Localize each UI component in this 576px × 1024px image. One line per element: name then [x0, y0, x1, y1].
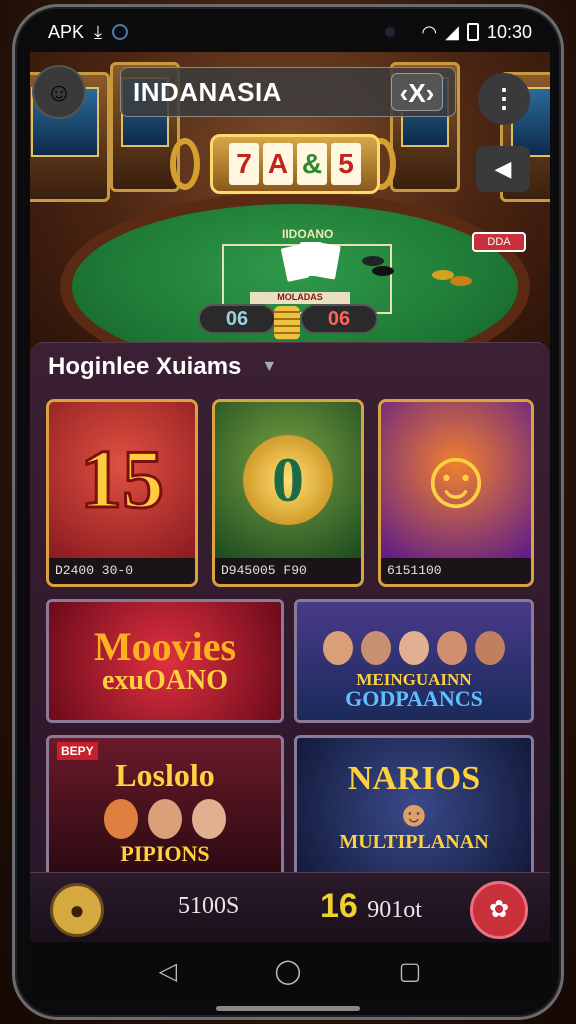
coins-label: 901ot	[367, 897, 422, 923]
game-tile-art: 0	[215, 402, 361, 558]
game-tile-caption: 6151100	[381, 558, 531, 584]
reel: 5	[331, 143, 361, 185]
avatar-button[interactable]: ☺	[32, 65, 86, 119]
user-icon: ●	[69, 895, 85, 925]
banner-art: Moovies exuOANO	[49, 602, 281, 720]
chevron-down-icon: ▼	[261, 358, 278, 375]
banner-title: Loslolo	[115, 757, 215, 793]
top-controls: ☺ INDANASIA ‹X› ⋮	[30, 57, 550, 125]
game-tile-logo: 15	[79, 433, 166, 526]
signal-icon: ◢	[445, 21, 459, 42]
counter-right: 06	[300, 304, 378, 334]
table-sign: DDA	[472, 232, 526, 252]
chip-stack	[372, 266, 394, 276]
game-tile-caption: D2400 30-0	[49, 558, 195, 584]
home-icon[interactable]: ◯	[274, 957, 301, 986]
slot-reels: 7 A & 5	[210, 134, 380, 194]
download-icon: ⤓	[94, 21, 102, 42]
app-screen: APK ⤓ ◠ ◢ 10:30 IIDOANO MOLADAS DDA 7 A …	[30, 12, 550, 942]
reel: 7	[229, 143, 259, 185]
coin-stack	[274, 306, 300, 340]
banner-art: MEINGUAINN GODPAANCS	[297, 602, 531, 720]
clock: 10:30	[486, 21, 532, 42]
recents-icon[interactable]: ▢	[399, 957, 422, 986]
profile-button[interactable]: ●	[50, 883, 104, 937]
mascot-icon: ☺	[45, 76, 73, 107]
panel-title: Hoginlee Xuiams	[48, 353, 242, 380]
banner-title: NARIOS	[347, 760, 481, 797]
camera-dot-icon	[385, 27, 396, 37]
title-bar: INDANASIA ‹X›	[120, 67, 456, 117]
announce-button[interactable]: ◀	[476, 146, 530, 192]
mascot-icon: ☻	[395, 793, 433, 834]
panel-header[interactable]: Hoginlee Xuiams ▼	[48, 353, 277, 381]
table-strip: MOLADAS	[250, 292, 350, 304]
banner-art: NARIOS ☻ MULTIPLANAN	[297, 738, 531, 876]
balance-label: 5100S	[178, 893, 240, 919]
status-bar: APK ⤓ ◠ ◢ 10:30	[30, 12, 550, 52]
game-tile[interactable]: 0 D945005 F90	[212, 399, 364, 587]
banner-tile[interactable]: Moovies exuOANO	[46, 599, 284, 723]
chip-stack	[450, 276, 472, 286]
playing-cards	[280, 242, 354, 282]
app-icon	[112, 24, 128, 40]
reel: &	[297, 143, 327, 185]
mascot-coin-icon: ☺	[413, 433, 499, 526]
banner-subtitle: GODPAANCS	[345, 686, 483, 711]
characters-illustration	[323, 631, 505, 665]
banner-subtitle: PIPIONS	[120, 841, 210, 866]
table-label: IIDOANO	[282, 227, 334, 241]
megaphone-icon: ◀	[494, 156, 512, 181]
banner-tile[interactable]: BEPY Loslolo PIPIONS	[46, 735, 284, 879]
close-button[interactable]: ‹X›	[391, 73, 443, 111]
banner-subtitle: exuOANO	[102, 665, 228, 696]
game-tile-art: 15	[49, 402, 195, 558]
wifi-icon: ◠	[421, 21, 438, 42]
banner-subtitle: MULTIPLANAN	[339, 831, 489, 853]
banner-tile[interactable]: NARIOS ☻ MULTIPLANAN	[294, 735, 534, 879]
characters-illustration	[104, 799, 226, 839]
counter-left: 06	[198, 304, 276, 334]
coins-number: 16	[320, 887, 358, 925]
banner-tile[interactable]: MEINGUAINN GODPAANCS	[294, 599, 534, 723]
more-menu-button[interactable]: ⋮	[478, 73, 530, 125]
reel: A	[263, 143, 293, 185]
gift-icon: ✿	[488, 896, 510, 923]
banner-art: BEPY Loslolo PIPIONS	[49, 738, 281, 876]
coin-icon: 0	[243, 435, 333, 525]
chip-stack	[362, 256, 384, 266]
apk-label: APK	[48, 21, 85, 42]
game-tile-caption: D945005 F90	[215, 558, 361, 584]
banner-badge: BEPY	[57, 742, 98, 760]
game-tile[interactable]: ☺ 6151100	[378, 399, 534, 587]
battery-icon	[466, 23, 479, 41]
gift-button[interactable]: ✿	[470, 881, 528, 939]
game-tile-art: ☺	[381, 402, 531, 558]
system-nav-bar: ◁ ◯ ▢	[30, 942, 550, 1000]
back-icon[interactable]: ◁	[159, 957, 177, 986]
home-indicator	[216, 1006, 360, 1011]
app-title: INDANASIA	[133, 76, 282, 107]
banner-title: Moovies	[93, 624, 237, 669]
games-panel: Hoginlee Xuiams ▼ 15 D2400 30-0 0 D94500…	[30, 342, 550, 942]
bottom-bar: ● 5100S 16 901ot ✿	[30, 872, 550, 942]
reel-ring-left	[170, 138, 200, 190]
game-tile[interactable]: 15 D2400 30-0	[46, 399, 198, 587]
coins-display: 16 901ot	[320, 887, 422, 926]
